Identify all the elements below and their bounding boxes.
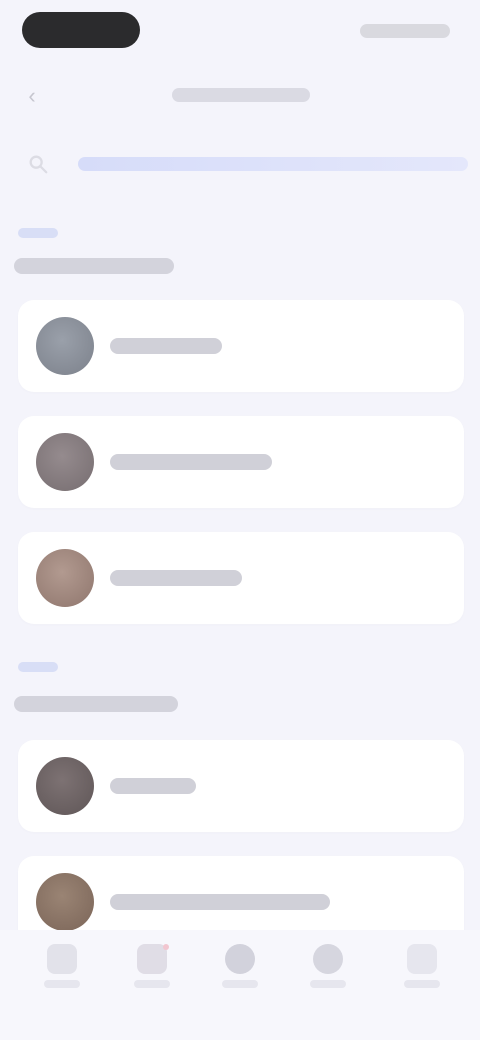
avatar — [36, 757, 94, 815]
status-bar-indicators — [360, 24, 450, 38]
contact-card[interactable] — [18, 300, 464, 392]
contact-name — [110, 894, 330, 910]
page-title — [120, 82, 360, 108]
back-button[interactable]: ‹ — [16, 80, 48, 112]
avatar — [36, 317, 94, 375]
section-caption — [18, 662, 58, 672]
tab-home[interactable] — [34, 944, 90, 1000]
contact-card[interactable] — [18, 532, 464, 624]
tab-label — [310, 980, 346, 988]
avatar — [36, 873, 94, 931]
section-caption — [18, 228, 58, 238]
tab-chat[interactable] — [212, 944, 268, 1000]
tab-label — [222, 980, 258, 988]
search-bar[interactable] — [18, 144, 468, 184]
avatar — [36, 433, 94, 491]
contact-card[interactable] — [18, 740, 464, 832]
tab-profile[interactable] — [394, 944, 450, 1000]
contact-name — [110, 454, 272, 470]
avatar — [36, 549, 94, 607]
people-icon — [313, 944, 343, 974]
contact-name — [110, 338, 222, 354]
contact-name — [110, 570, 242, 586]
tab-label — [404, 980, 440, 988]
profile-icon — [407, 944, 437, 974]
bottom-tab-bar — [0, 930, 480, 1040]
tab-label — [134, 980, 170, 988]
section-title — [14, 258, 174, 274]
search-input[interactable] — [78, 157, 468, 171]
chat-icon — [225, 944, 255, 974]
status-bar-time-pill — [22, 12, 140, 48]
tab-people[interactable] — [300, 944, 356, 1000]
notification-dot — [163, 944, 169, 950]
chevron-left-icon: ‹ — [28, 83, 36, 108]
tab-label — [44, 980, 80, 988]
contact-name — [110, 778, 196, 794]
tab-favorites[interactable] — [124, 944, 180, 1000]
home-icon — [47, 944, 77, 974]
heart-icon — [137, 944, 169, 974]
search-icon — [18, 144, 58, 184]
section-title — [14, 696, 178, 712]
contact-card[interactable] — [18, 416, 464, 508]
